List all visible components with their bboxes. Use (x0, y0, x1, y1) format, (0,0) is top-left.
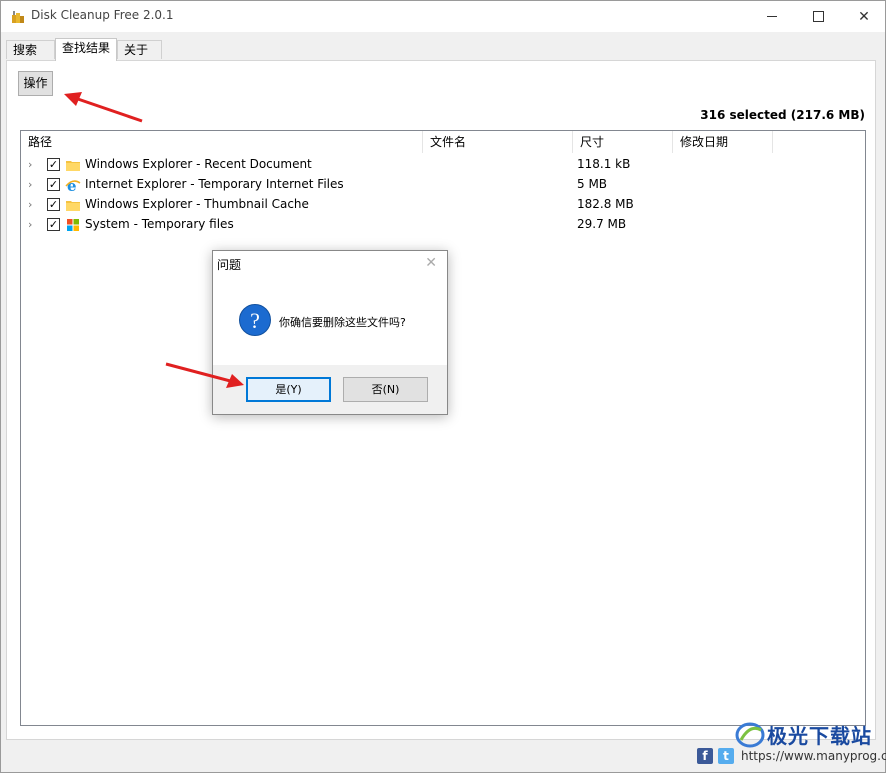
watermark-url: https://www.manyprog.com (741, 749, 886, 763)
no-button[interactable]: 否(N) (343, 377, 428, 402)
annotation-arrow-icon (64, 92, 143, 123)
row-checkbox[interactable]: ✓ (47, 158, 60, 171)
folder-icon (66, 201, 80, 211)
chevron-right-icon[interactable]: › (28, 159, 38, 171)
broom-icon (12, 11, 24, 23)
row-path: Windows Explorer - Thumbnail Cache (85, 197, 309, 211)
results-tree[interactable]: 路径 文件名 尺寸 修改日期 › ✓ Windows Explorer - Re… (20, 130, 866, 726)
selected-count: 316 selected (217.6 MB) (700, 108, 865, 122)
facebook-icon[interactable]: f (697, 748, 713, 764)
tab-results[interactable]: 查找结果 (55, 38, 117, 61)
dialog-close-icon[interactable]: ✕ (425, 255, 437, 271)
svg-text:e: e (67, 177, 77, 193)
windows-logo-icon (67, 219, 79, 231)
window-title: Disk Cleanup Free 2.0.1 (31, 8, 174, 22)
row-checkbox[interactable]: ✓ (47, 198, 60, 211)
minimize-button[interactable] (749, 1, 795, 32)
maximize-button[interactable] (795, 1, 841, 32)
row-checkbox[interactable]: ✓ (47, 178, 60, 191)
tab-about[interactable]: 关于 (117, 40, 162, 59)
column-header-path[interactable]: 路径 (21, 131, 423, 153)
tree-row[interactable]: › ✓ e Internet Explorer - Temporary Inte… (21, 175, 865, 195)
minimize-icon (767, 16, 777, 17)
dialog-title: 问题 (217, 258, 242, 272)
operate-button[interactable]: 操作 (18, 71, 53, 96)
twitter-icon[interactable]: t (718, 748, 734, 764)
chevron-right-icon[interactable]: › (28, 219, 38, 231)
yes-button[interactable]: 是(Y) (246, 377, 331, 402)
column-header-filename[interactable]: 文件名 (423, 131, 573, 153)
tree-row[interactable]: › ✓ Windows Explorer - Thumbnail Cache 1… (21, 195, 865, 215)
tree-row[interactable]: › ✓ System - Temporary files 29.7 MB (21, 215, 865, 235)
row-path: System - Temporary files (85, 217, 234, 231)
maximize-icon (812, 11, 824, 22)
close-icon: ✕ (858, 8, 870, 25)
title-bar: Disk Cleanup Free 2.0.1 ✕ (1, 1, 885, 32)
row-size: 182.8 MB (577, 197, 634, 211)
column-header-size[interactable]: 尺寸 (573, 131, 673, 153)
tree-row[interactable]: › ✓ Windows Explorer - Recent Document 1… (21, 155, 865, 175)
watermark-logo-icon (735, 722, 765, 748)
tab-search[interactable]: 搜索 (6, 40, 55, 59)
dialog-message: 你确信要删除这些文件吗? (279, 316, 406, 329)
watermark: 极光下载站 https://www.manyprog.com (735, 720, 886, 768)
row-checkbox[interactable]: ✓ (47, 218, 60, 231)
confirm-dialog: 问题 ✕ ? 你确信要删除这些文件吗? 是(Y) 否(N) (212, 250, 448, 415)
column-header-modified[interactable]: 修改日期 (673, 131, 773, 153)
internet-explorer-icon: e (65, 177, 81, 193)
folder-icon (66, 161, 80, 171)
row-size: 29.7 MB (577, 217, 627, 231)
chevron-right-icon[interactable]: › (28, 199, 38, 211)
chevron-right-icon[interactable]: › (28, 179, 38, 191)
row-size: 118.1 kB (577, 157, 631, 171)
row-path: Windows Explorer - Recent Document (85, 157, 312, 171)
annotation-arrow-icon (165, 362, 244, 388)
row-path: Internet Explorer - Temporary Internet F… (85, 177, 344, 191)
row-size: 5 MB (577, 177, 608, 191)
watermark-title: 极光下载站 (767, 724, 872, 748)
close-button[interactable]: ✕ (841, 1, 886, 32)
question-icon: ? (239, 304, 271, 336)
